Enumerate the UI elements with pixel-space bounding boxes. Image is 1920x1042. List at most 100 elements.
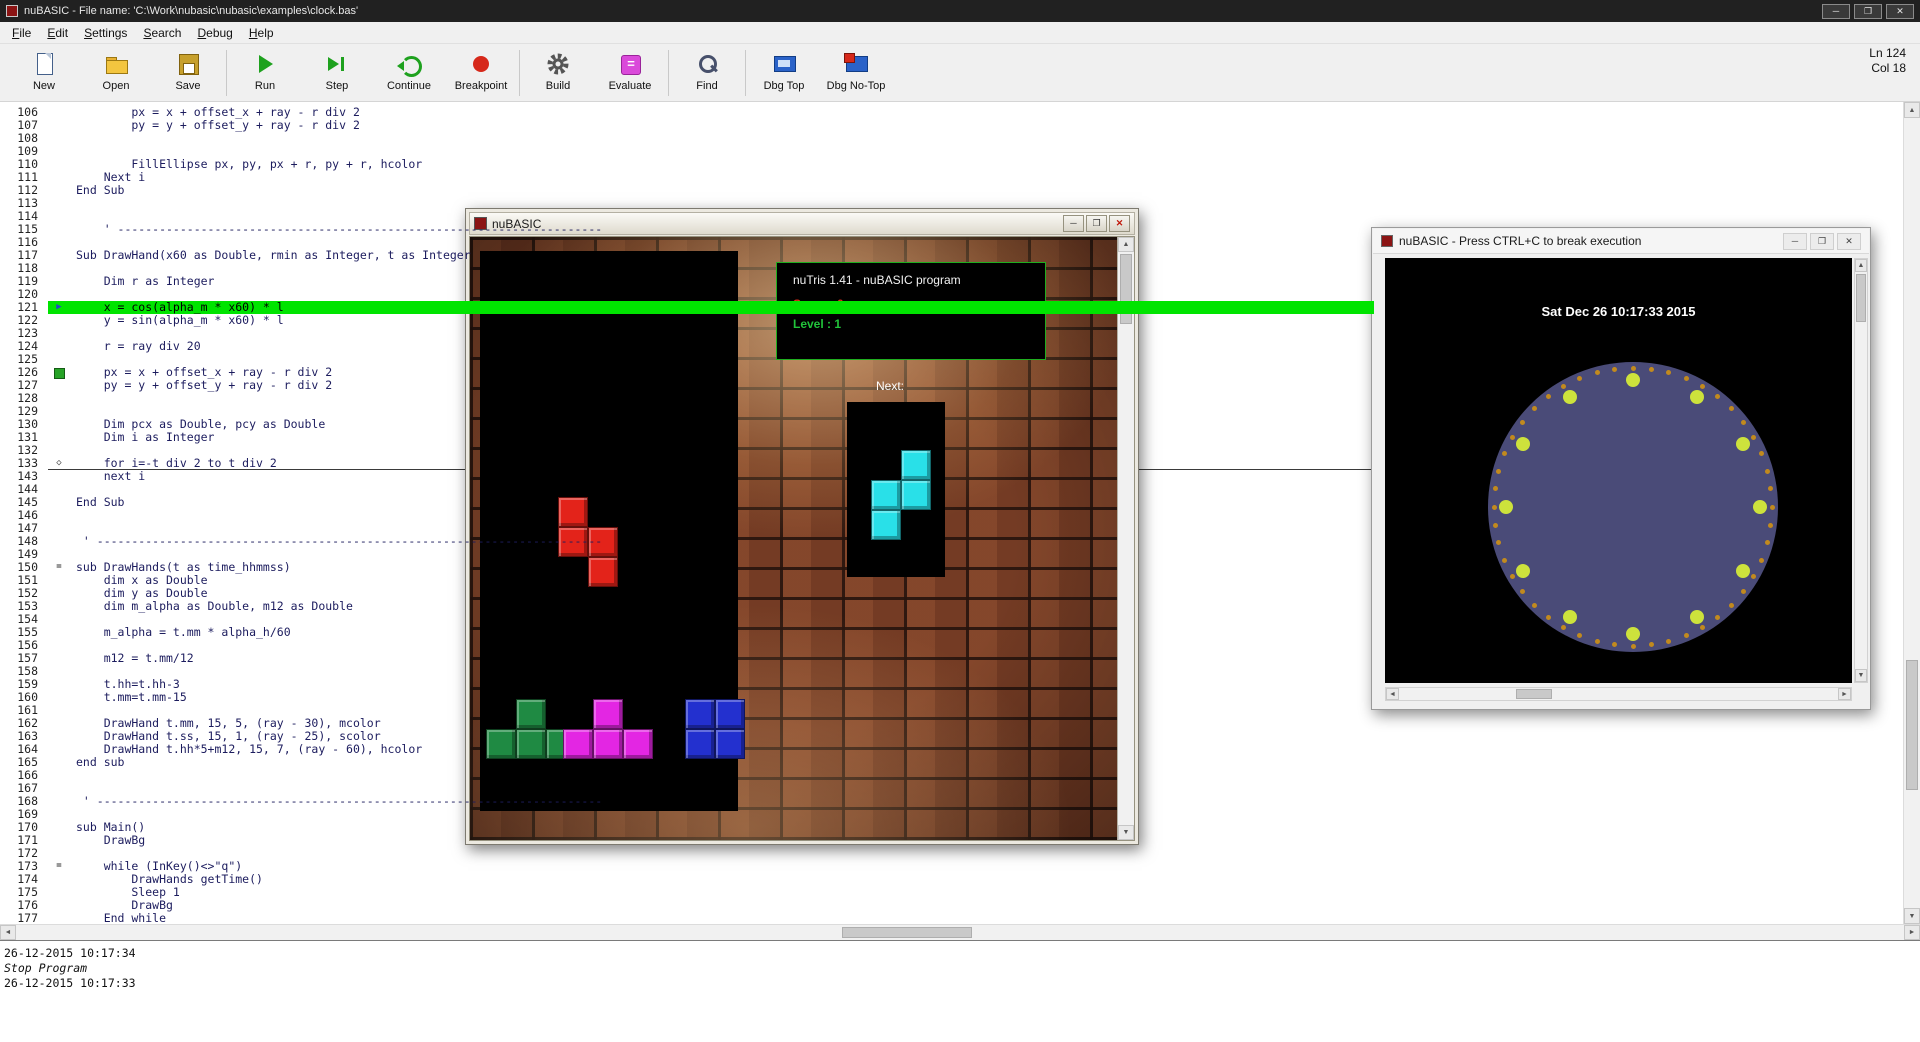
vertical-scrollbar-thumb[interactable] bbox=[1856, 274, 1866, 322]
code-text: dim y as Double bbox=[76, 586, 208, 600]
editor-line[interactable]: 177 End while bbox=[0, 912, 1903, 925]
scroll-up-button[interactable]: ▲ bbox=[1904, 102, 1920, 118]
clock-hour-dot bbox=[1753, 500, 1767, 514]
tetris-block-blue bbox=[685, 729, 715, 759]
gutter-marker[interactable]: = bbox=[46, 860, 72, 873]
continue-button[interactable]: Continue bbox=[373, 48, 445, 92]
evaluate-icon bbox=[617, 51, 643, 77]
clock-ring-dot bbox=[1740, 419, 1746, 425]
editor-line[interactable]: 110 FillEllipse px, py, px + r, py + r, … bbox=[0, 158, 1903, 171]
minimize-button[interactable]: ─ bbox=[1822, 3, 1850, 19]
dbg-no-top-button[interactable]: Dbg No-Top bbox=[820, 48, 892, 92]
horizontal-scrollbar-thumb[interactable] bbox=[842, 927, 972, 938]
editor-line[interactable]: 112 End Sub bbox=[0, 184, 1903, 197]
code-text: end sub bbox=[76, 755, 125, 769]
clock-vertical-scrollbar[interactable]: ▲ ▼ bbox=[1854, 258, 1868, 683]
open-button[interactable]: Open bbox=[80, 48, 152, 92]
build-button[interactable]: Build bbox=[522, 48, 594, 92]
scroll-left-button[interactable]: ◄ bbox=[1386, 688, 1399, 700]
toolbar-separator bbox=[745, 50, 746, 96]
code-text: End Sub bbox=[76, 495, 125, 509]
gutter-marker[interactable]: = bbox=[46, 561, 72, 574]
menu-item-search[interactable]: Search bbox=[135, 24, 189, 42]
clock-hour-dot bbox=[1626, 373, 1640, 387]
clock-ring-dot bbox=[1700, 624, 1705, 630]
nutris-close-button[interactable]: ✕ bbox=[1109, 215, 1130, 232]
nutris-maximize-button[interactable]: ❐ bbox=[1086, 215, 1107, 232]
run-button[interactable]: Run bbox=[229, 48, 301, 92]
clock-ring-dot bbox=[1492, 522, 1498, 528]
editor-line[interactable]: 173 = while (InKey()<>"q") bbox=[0, 860, 1903, 873]
scroll-down-button[interactable]: ▼ bbox=[1904, 908, 1920, 924]
clock-close-button[interactable]: ✕ bbox=[1837, 232, 1861, 250]
main-titlebar[interactable]: nuBASIC - File name: 'C:\Work\nubasic\nu… bbox=[0, 0, 1920, 22]
gutter-marker[interactable]: ◇ bbox=[46, 457, 72, 470]
build-gear-icon bbox=[545, 51, 571, 77]
scroll-up-button[interactable]: ▲ bbox=[1118, 237, 1134, 252]
output-line: 26-12-2015 10:17:34 bbox=[4, 946, 136, 960]
scroll-left-button[interactable]: ◄ bbox=[0, 925, 16, 940]
save-label: Save bbox=[175, 80, 201, 92]
editor-vertical-scrollbar[interactable]: ▲ ▼ bbox=[1903, 102, 1920, 924]
code-text: py = y + offset_y + ray - r div 2 bbox=[76, 118, 360, 132]
scroll-right-button[interactable]: ► bbox=[1904, 925, 1920, 940]
breakpoint-button[interactable]: Breakpoint bbox=[445, 48, 517, 92]
close-button[interactable]: ✕ bbox=[1886, 3, 1914, 19]
clock-minimize-button[interactable]: ─ bbox=[1783, 232, 1807, 250]
editor-line[interactable]: 174 DrawHands getTime() bbox=[0, 873, 1903, 886]
clock-titlebar[interactable]: nuBASIC - Press CTRL+C to break executio… bbox=[1373, 229, 1869, 254]
menu-item-debug[interactable]: Debug bbox=[189, 24, 240, 42]
menu-item-file[interactable]: File bbox=[4, 24, 39, 42]
editor-line[interactable]: 172 bbox=[0, 847, 1903, 860]
tetris-block-blue bbox=[715, 699, 745, 729]
tetris-next-piece-box bbox=[847, 402, 945, 577]
dbg-top-button[interactable]: Dbg Top bbox=[748, 48, 820, 92]
editor-line[interactable]: 108 bbox=[0, 132, 1903, 145]
scroll-up-button[interactable]: ▲ bbox=[1855, 259, 1867, 272]
find-button[interactable]: Find bbox=[671, 48, 743, 92]
vertical-scrollbar-thumb[interactable] bbox=[1906, 660, 1918, 790]
code-text: dim m_alpha as Double, m12 as Double bbox=[76, 599, 353, 613]
clock-horizontal-scrollbar[interactable]: ◄ ► bbox=[1385, 687, 1852, 701]
code-text: py = y + offset_y + ray - r div 2 bbox=[76, 378, 333, 392]
editor-line[interactable]: 111 Next i bbox=[0, 171, 1903, 184]
code-text: px = x + offset_x + ray - r div 2 bbox=[76, 365, 333, 379]
nutris-vertical-scrollbar[interactable]: ▲ ▼ bbox=[1117, 237, 1134, 840]
editor-horizontal-scrollbar[interactable]: ◄ ► bbox=[0, 924, 1920, 940]
menu-item-settings[interactable]: Settings bbox=[76, 24, 135, 42]
tetris-block-cyan bbox=[871, 510, 901, 540]
gutter-marker[interactable]: ▶ bbox=[46, 301, 72, 314]
scroll-right-button[interactable]: ► bbox=[1838, 688, 1851, 700]
scroll-down-button[interactable]: ▼ bbox=[1118, 825, 1134, 840]
gutter-marker[interactable] bbox=[46, 366, 72, 384]
maximize-button[interactable]: ❐ bbox=[1854, 3, 1882, 19]
menu-item-edit[interactable]: Edit bbox=[39, 24, 76, 42]
code-text: x = cos(alpha_m * x60) * l bbox=[76, 300, 284, 314]
horizontal-scrollbar-thumb[interactable] bbox=[1516, 689, 1552, 699]
open-label: Open bbox=[102, 80, 130, 92]
new-button[interactable]: New bbox=[8, 48, 80, 92]
menu-item-help[interactable]: Help bbox=[241, 24, 282, 42]
clock-maximize-button[interactable]: ❐ bbox=[1810, 232, 1834, 250]
evaluate-button[interactable]: Evaluate bbox=[594, 48, 666, 92]
nutris-minimize-button[interactable]: ─ bbox=[1063, 215, 1084, 232]
clock-ring-dot bbox=[1648, 642, 1654, 648]
save-button[interactable]: Save bbox=[152, 48, 224, 92]
dbg-top-label: Dbg Top bbox=[763, 80, 805, 92]
code-text: End Sub bbox=[76, 183, 125, 197]
editor-line[interactable]: 175 Sleep 1 bbox=[0, 886, 1903, 899]
output-panel[interactable]: 26-12-2015 10:17:34 Stop Program 26-12-201… bbox=[0, 940, 1920, 1042]
code-text: sub Main() bbox=[76, 820, 146, 834]
editor-line[interactable]: 107 py = y + offset_y + ray - r div 2 bbox=[0, 119, 1903, 132]
clock-ring-dot bbox=[1683, 376, 1689, 382]
scroll-down-button[interactable]: ▼ bbox=[1855, 669, 1867, 682]
step-button[interactable]: Step bbox=[301, 48, 373, 92]
editor-line[interactable]: 176 DrawBg bbox=[0, 899, 1903, 912]
